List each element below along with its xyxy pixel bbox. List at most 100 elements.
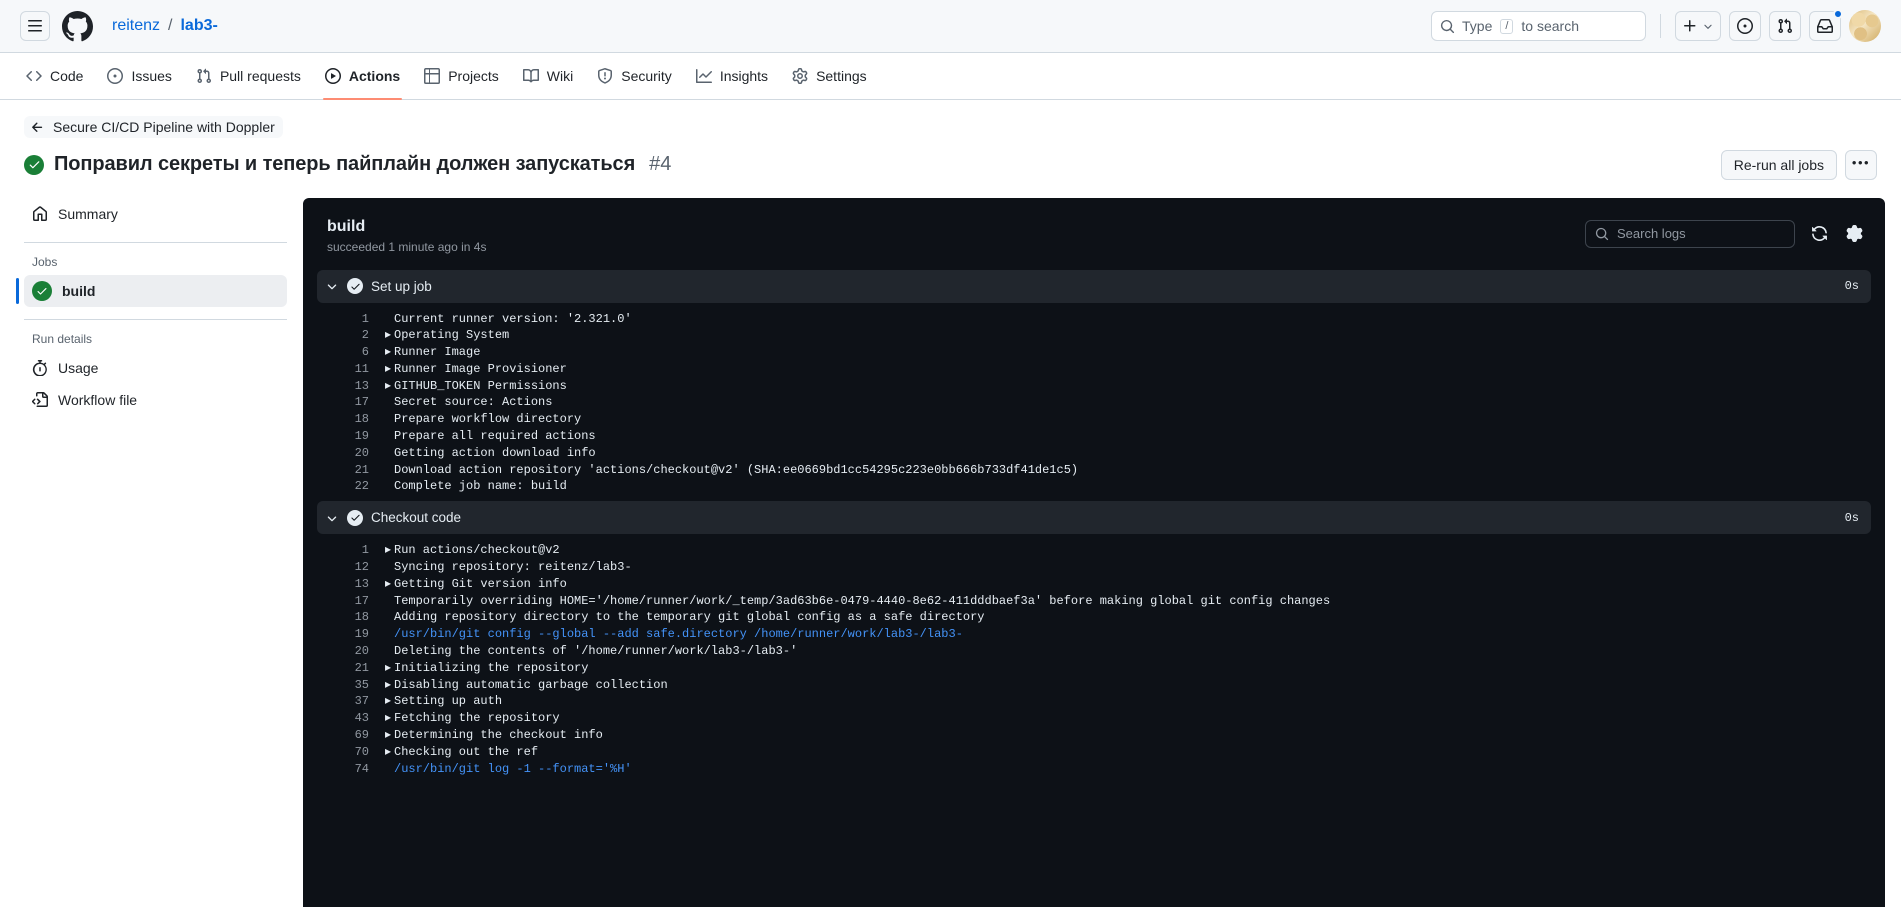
- log-line[interactable]: 1 ▸ Run actions/checkout@v2: [317, 542, 1871, 559]
- log-line-text: Fetching the repository: [394, 711, 560, 726]
- job-log-header: build succeeded 1 minute ago in 4s Searc…: [303, 198, 1885, 270]
- hamburger-menu-button[interactable]: [20, 11, 50, 41]
- tab-wiki-label: Wiki: [546, 68, 574, 84]
- log-line-indent-spacer: [385, 445, 394, 462]
- log-line-text: Initializing the repository: [394, 660, 589, 675]
- stopwatch-icon: [32, 359, 48, 376]
- log-line[interactable]: 11 ▸ Runner Image Provisioner: [317, 361, 1871, 378]
- log-line: 21 Download action repository 'actions/c…: [317, 462, 1871, 479]
- tab-projects-label: Projects: [448, 68, 499, 84]
- code-icon: [26, 68, 42, 84]
- log-line-indent-spacer: [385, 311, 394, 328]
- log-line[interactable]: 35 ▸ Disabling automatic garbage collectio…: [317, 677, 1871, 694]
- search-logs-input[interactable]: Search logs: [1585, 219, 1795, 248]
- log-line[interactable]: 2 ▸ Operating System: [317, 327, 1871, 344]
- log-line[interactable]: 13 ▸ Getting Git version info: [317, 576, 1871, 593]
- tab-insights[interactable]: Insights: [686, 58, 778, 94]
- sidebar-item-usage[interactable]: Usage: [24, 352, 287, 384]
- tab-security[interactable]: Security: [587, 58, 682, 94]
- log-line-text: Temporarily overriding HOME='/home/runne…: [394, 593, 1331, 608]
- log-line-text: Runner Image: [394, 345, 481, 360]
- breadcrumb-owner[interactable]: reitenz: [112, 17, 160, 35]
- check-circle-fill-icon: [347, 509, 363, 526]
- tab-actions[interactable]: Actions: [315, 58, 410, 100]
- back-to-workflow-label: Secure CI/CD Pipeline with Doppler: [53, 119, 275, 135]
- job-name: build: [327, 217, 366, 235]
- chevron-down-icon: [325, 511, 339, 525]
- sidebar-item-job-build-label: build: [62, 282, 96, 299]
- log-line[interactable]: 69 ▸ Determining the checkout info: [317, 727, 1871, 744]
- log-line-expand-arrow-icon: ▸: [385, 543, 392, 558]
- tab-code[interactable]: Code: [16, 58, 93, 94]
- breadcrumb-repo[interactable]: lab3-: [180, 17, 217, 35]
- log-step-name: Set up job: [371, 278, 432, 294]
- log-line-number: 6: [361, 345, 369, 360]
- log-line-number: 20: [354, 445, 369, 460]
- log-step-header[interactable]: Set up job 0s: [317, 269, 1871, 303]
- check-circle-fill-icon: [32, 280, 52, 301]
- log-line: 18 Prepare workflow directory: [317, 411, 1871, 428]
- log-line-text: Current runner version: '2.321.0': [394, 311, 632, 326]
- sidebar-item-job-build[interactable]: build: [16, 274, 287, 307]
- refresh-logs-button[interactable]: [1809, 223, 1830, 244]
- check-circle-fill-icon: [24, 154, 44, 175]
- log-line-text: Prepare all required actions: [394, 429, 596, 444]
- log-line[interactable]: 37 ▸ Setting up auth: [317, 693, 1871, 710]
- log-line-number: 12: [354, 560, 369, 575]
- notifications-button[interactable]: [1809, 9, 1843, 41]
- plus-icon: [1682, 18, 1698, 34]
- log-line-number: 18: [354, 412, 369, 427]
- chevron-down-icon: [1702, 20, 1714, 32]
- tab-issues[interactable]: Issues: [97, 58, 181, 94]
- sidebar-run-details-heading: Run details: [32, 331, 93, 346]
- global-search-label-suffix: to search: [1521, 18, 1580, 34]
- log-line-number: 37: [354, 694, 369, 709]
- log-line[interactable]: 6 ▸ Runner Image: [317, 344, 1871, 361]
- rerun-all-jobs-button[interactable]: Re-run all jobs: [1720, 149, 1837, 180]
- log-step-name: Checkout code: [371, 510, 462, 526]
- log-line-text: Prepare workflow directory: [394, 412, 582, 427]
- run-overflow-menu-button[interactable]: •••: [1845, 149, 1877, 180]
- log-line[interactable]: 43 ▸ Fetching the repository: [317, 710, 1871, 727]
- log-line-text: Run actions/checkout@v2: [394, 543, 560, 558]
- log-settings-button[interactable]: [1844, 223, 1865, 244]
- global-search-label-prefix: Type: [1462, 18, 1493, 34]
- log-line-indent-spacer: [385, 428, 394, 445]
- github-mark-icon: [62, 10, 93, 42]
- issues-button[interactable]: [1729, 11, 1761, 41]
- shield-icon: [597, 68, 613, 84]
- tab-projects[interactable]: Projects: [414, 58, 509, 94]
- sidebar-item-summary[interactable]: Summary: [24, 198, 287, 230]
- log-line-expand-arrow-icon: ▸: [385, 378, 392, 393]
- log-line: 1 Current runner version: '2.321.0': [317, 311, 1871, 328]
- pull-requests-button[interactable]: [1769, 11, 1801, 41]
- tab-pull-requests[interactable]: Pull requests: [186, 58, 311, 94]
- log-steps-container: Set up job 0s 1 Current runner version: '2…: [303, 269, 1885, 784]
- tab-wiki[interactable]: Wiki: [513, 58, 583, 94]
- log-line[interactable]: 13 ▸ GITHUB_TOKEN Permissions: [317, 378, 1871, 395]
- user-avatar[interactable]: [1849, 10, 1881, 42]
- log-line: 18 Adding repository directory to the te…: [317, 609, 1871, 626]
- inbox-icon: [1817, 18, 1833, 34]
- back-to-workflow-link[interactable]: Secure CI/CD Pipeline with Doppler: [24, 116, 283, 138]
- log-line-number: 43: [354, 711, 369, 726]
- check-circle-fill-icon: [347, 278, 363, 294]
- log-line[interactable]: 70 ▸ Checking out the ref: [317, 744, 1871, 761]
- github-logo[interactable]: [62, 10, 93, 42]
- log-step-header[interactable]: Checkout code 0s: [317, 501, 1871, 535]
- issue-opened-icon: [1737, 18, 1753, 34]
- gear-icon: [792, 68, 808, 84]
- log-step: Checkout code 0s 1 ▸ Run actions/checkout@v2…: [317, 501, 1871, 783]
- log-line-text: Checking out the ref: [394, 744, 539, 759]
- log-line: 19 Prepare all required actions: [317, 428, 1871, 445]
- play-circle-icon: [324, 68, 341, 84]
- sidebar-item-workflow-file[interactable]: Workflow file: [24, 384, 287, 416]
- log-step-duration: 0s: [1844, 279, 1859, 293]
- create-new-button[interactable]: [1675, 11, 1721, 41]
- global-header: reitenz / lab3- Type / to search: [0, 0, 1901, 53]
- global-search-button[interactable]: Type / to search: [1431, 11, 1646, 41]
- sidebar-jobs-heading: Jobs: [32, 254, 58, 269]
- log-line-text: Setting up auth: [394, 694, 503, 709]
- log-line[interactable]: 21 ▸ Initializing the repository: [317, 660, 1871, 677]
- tab-settings[interactable]: Settings: [782, 58, 877, 94]
